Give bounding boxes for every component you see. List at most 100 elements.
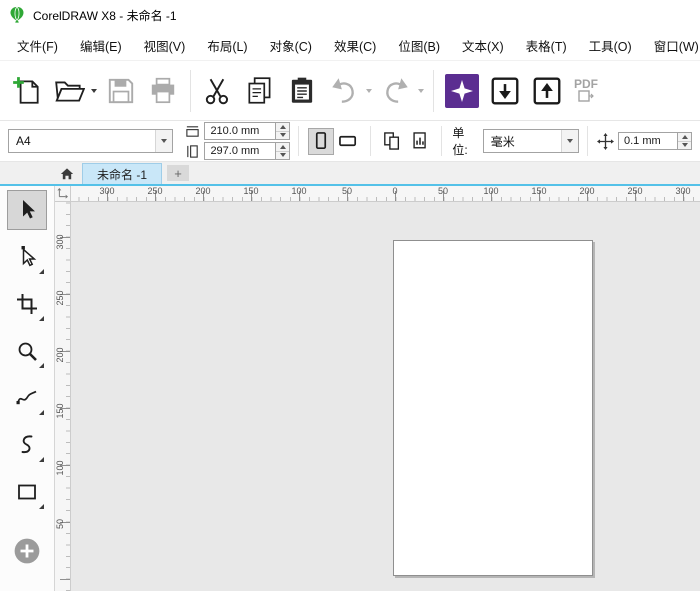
- current-page-icon: [409, 130, 431, 152]
- page-height-field[interactable]: 297.0 mm: [204, 142, 276, 160]
- menu-item-object[interactable]: 对象(C): [259, 30, 323, 60]
- units-label: 单位:: [452, 124, 477, 158]
- document-tabbar: 未命名 -1 +: [0, 162, 700, 186]
- nudge-field[interactable]: 0.1 mm: [618, 132, 678, 150]
- all-pages-button[interactable]: [380, 128, 405, 155]
- ruler-label: 0: [392, 186, 397, 196]
- export-button[interactable]: [526, 66, 568, 116]
- flyout-arrow-icon: [39, 410, 44, 415]
- spin-down-button[interactable]: [276, 132, 289, 140]
- page-size-dropdown[interactable]: A4: [8, 129, 173, 153]
- welcome-screen-button[interactable]: [440, 66, 484, 116]
- propbar-separator: [441, 126, 442, 156]
- landscape-button[interactable]: [336, 128, 361, 155]
- menu-item-effects[interactable]: 效果(C): [323, 30, 387, 60]
- new-document-tab-button[interactable]: +: [167, 165, 189, 181]
- page-width-row: 210.0 mm: [183, 122, 290, 140]
- portrait-button[interactable]: [308, 128, 333, 155]
- drawing-canvas[interactable]: [71, 202, 700, 591]
- zoom-tool-button[interactable]: [7, 331, 47, 371]
- save-button[interactable]: [100, 66, 142, 116]
- pick-tool-button[interactable]: [7, 190, 47, 230]
- page-size-dropdown-button[interactable]: [155, 130, 172, 152]
- cut-button[interactable]: [197, 66, 239, 116]
- ruler-label: 50: [55, 515, 65, 533]
- shape-tool-icon: [14, 244, 40, 270]
- ruler-label: 50: [342, 186, 352, 196]
- ruler-origin-icon: [57, 188, 68, 199]
- vertical-ruler[interactable]: 300 250 200 150 100 50: [55, 202, 71, 591]
- redo-dropdown-arrow-icon[interactable]: [418, 89, 424, 93]
- import-button[interactable]: [484, 66, 526, 116]
- copy-button[interactable]: [239, 66, 281, 116]
- freehand-tool-button[interactable]: [7, 378, 47, 418]
- publish-pdf-icon: [578, 90, 594, 102]
- landscape-icon: [337, 130, 359, 152]
- copy-icon: [244, 75, 276, 107]
- export-icon: [531, 75, 563, 107]
- ruler-origin-button[interactable]: [55, 186, 71, 202]
- menu-item-layout[interactable]: 布局(L): [196, 30, 258, 60]
- horizontal-ruler[interactable]: 300 250 200 150 100 50 0 50 100 150 200 …: [71, 186, 700, 202]
- zoom-tool-icon: [14, 338, 40, 364]
- flyout-arrow-icon: [39, 316, 44, 321]
- redo-button[interactable]: [375, 66, 417, 116]
- print-icon: [147, 75, 179, 107]
- spin-up-button[interactable]: [276, 143, 289, 152]
- open-dropdown-arrow-icon[interactable]: [91, 89, 97, 93]
- menu-item-tools[interactable]: 工具(O): [578, 30, 643, 60]
- window-title: CorelDRAW X8 - 未命名 -1: [33, 7, 177, 24]
- print-button[interactable]: [142, 66, 184, 116]
- ruler-label: 250: [55, 289, 65, 307]
- new-document-icon: [11, 75, 43, 107]
- menubar: 文件(F) 编辑(E) 视图(V) 布局(L) 对象(C) 效果(C) 位图(B…: [0, 30, 700, 60]
- property-bar: A4 210.0 mm 297.0 mm: [0, 120, 700, 162]
- canvas-row: 300 250 200 150 100 50: [55, 202, 700, 591]
- crop-tool-button[interactable]: [7, 284, 47, 324]
- all-pages-icon: [381, 130, 403, 152]
- menu-item-text[interactable]: 文本(X): [451, 30, 515, 60]
- ruler-label: 200: [579, 186, 594, 196]
- add-tools-button[interactable]: [7, 531, 47, 571]
- redo-icon: [380, 75, 412, 107]
- rectangle-tool-button[interactable]: [7, 472, 47, 512]
- page-width-icon: [183, 124, 201, 139]
- ruler-label: 100: [291, 186, 306, 196]
- spin-up-button[interactable]: [678, 133, 691, 142]
- menu-item-file[interactable]: 文件(F): [6, 30, 69, 60]
- undo-button[interactable]: [323, 66, 365, 116]
- menu-item-view[interactable]: 视图(V): [133, 30, 197, 60]
- shape-tool-button[interactable]: [7, 237, 47, 277]
- home-tab-button[interactable]: [52, 163, 82, 184]
- undo-dropdown-arrow-icon[interactable]: [366, 89, 372, 93]
- open-button[interactable]: [48, 66, 90, 116]
- page-width-field[interactable]: 210.0 mm: [204, 122, 276, 140]
- new-document-button[interactable]: [6, 66, 48, 116]
- menu-item-edit[interactable]: 编辑(E): [69, 30, 133, 60]
- units-dropdown-button[interactable]: [561, 130, 578, 152]
- units-dropdown[interactable]: 毫米: [483, 129, 580, 153]
- ruler-label: 150: [243, 186, 258, 196]
- welcome-screen-icon: [445, 74, 479, 108]
- ruler-label: 150: [531, 186, 546, 196]
- menu-item-table[interactable]: 表格(T): [515, 30, 578, 60]
- publish-pdf-button[interactable]: PDF: [568, 66, 604, 116]
- current-page-button[interactable]: [407, 128, 432, 155]
- coreldraw-window: CorelDRAW X8 - 未命名 -1 文件(F) 编辑(E) 视图(V) …: [0, 0, 700, 591]
- plus-icon: [13, 537, 41, 565]
- undo-icon: [328, 75, 360, 107]
- spin-down-button[interactable]: [678, 142, 691, 150]
- document-tab-untitled-1[interactable]: 未命名 -1: [82, 163, 162, 184]
- crop-tool-icon: [14, 291, 40, 317]
- freehand-tool-icon: [14, 385, 40, 411]
- menu-item-bitmaps[interactable]: 位图(B): [387, 30, 451, 60]
- open-folder-icon: [53, 75, 85, 107]
- ruler-label: 200: [195, 186, 210, 196]
- artistic-media-tool-button[interactable]: [7, 425, 47, 465]
- horizontal-ruler-row: 300 250 200 150 100 50 0 50 100 150 200 …: [55, 186, 700, 202]
- spin-up-button[interactable]: [276, 123, 289, 132]
- spin-down-button[interactable]: [276, 152, 289, 160]
- menu-item-window[interactable]: 窗口(W): [643, 30, 700, 60]
- toolbox: [0, 186, 55, 591]
- paste-button[interactable]: [281, 66, 323, 116]
